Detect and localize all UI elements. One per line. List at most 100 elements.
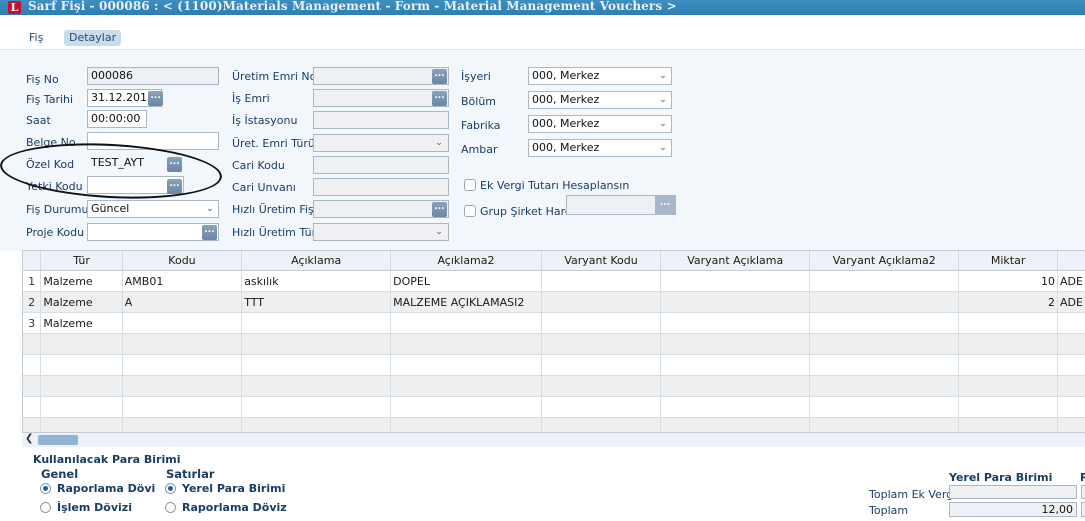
cell-kodu[interactable]: [122, 312, 243, 334]
genel-islem-radio[interactable]: [40, 502, 51, 513]
col-header-varyant-aciklama2[interactable]: Varyant Açıklama2: [809, 251, 960, 271]
tab-detaylar[interactable]: Detaylar: [64, 30, 122, 46]
is-emri-field[interactable]: [313, 89, 449, 107]
toplam-ek-vergi-field-2[interactable]: [1081, 485, 1085, 499]
uretim-emri-no-field[interactable]: [313, 67, 449, 85]
fis-durumu-select[interactable]: Güncel: [87, 200, 219, 218]
uretim-emri-lookup-icon[interactable]: ...: [432, 69, 447, 84]
table-row-empty[interactable]: [23, 333, 1085, 355]
cell-aciklama2[interactable]: MALZEME AÇIKLAMASI2: [390, 291, 542, 313]
table-row-empty[interactable]: [23, 354, 1085, 376]
cell-tur[interactable]: Malzeme: [40, 312, 123, 334]
row-number: 2: [23, 291, 42, 313]
hizli-uretim-fis-no-field[interactable]: [313, 200, 449, 218]
proje-kodu-field[interactable]: [87, 223, 219, 241]
toplam-field-2[interactable]: [1081, 502, 1085, 517]
chevron-down-icon[interactable]: ⌄: [433, 137, 445, 149]
genel-raporlama-label: Raporlama Dövi: [57, 482, 156, 495]
chevron-down-icon[interactable]: ⌄: [657, 70, 669, 82]
saat-label: Saat: [26, 114, 51, 127]
cari-kodu-field[interactable]: [313, 156, 449, 174]
cari-unvani-field[interactable]: [313, 178, 449, 196]
ambar-select[interactable]: 000, Merkez: [528, 139, 672, 157]
uret-emri-turu-select[interactable]: [313, 134, 449, 152]
hizli-uretim-turu-select[interactable]: [313, 223, 449, 241]
r-header: R: [1080, 471, 1085, 484]
col-header-varyant-aciklama[interactable]: Varyant Açıklama: [660, 251, 811, 271]
chevron-down-icon[interactable]: ⌄: [657, 118, 669, 130]
cell-varyant-aciklama[interactable]: [660, 312, 811, 334]
col-header-miktar[interactable]: Miktar: [958, 251, 1058, 271]
title-bar: L Sarf Fişi - 000086 : < (1100)Materials…: [0, 0, 1085, 15]
cell-kodu[interactable]: A: [122, 291, 243, 313]
grup-sirket-lookup-icon[interactable]: ...: [655, 195, 675, 215]
table-row-empty[interactable]: [23, 396, 1085, 418]
cell-kodu[interactable]: AMB01: [122, 270, 243, 292]
satir-yerel-radio[interactable]: [165, 483, 176, 494]
cell-varyant-kodu[interactable]: [541, 312, 662, 334]
fis-no-field[interactable]: 000086: [87, 67, 219, 85]
satir-raporlama-radio[interactable]: [165, 502, 176, 513]
cell-varyant-aciklama[interactable]: [660, 270, 811, 292]
cell-aciklama[interactable]: askılık: [241, 270, 392, 292]
genel-raporlama-radio[interactable]: [40, 483, 51, 494]
cell-birim[interactable]: [1057, 312, 1085, 334]
belge-no-field[interactable]: [87, 132, 219, 150]
fabrika-select[interactable]: 000, Merkez: [528, 115, 672, 133]
cell-varyant-kodu[interactable]: [541, 291, 662, 313]
cell-aciklama2[interactable]: [390, 312, 542, 334]
cell-aciklama[interactable]: [241, 312, 392, 334]
cell-tur[interactable]: Malzeme: [40, 270, 123, 292]
scrollbar-thumb[interactable]: [38, 435, 78, 445]
table-row[interactable]: 2 Malzeme A TTT MALZEME AÇIKLAMASI2 2 AD…: [23, 291, 1085, 313]
scroll-left-icon[interactable]: ❮: [25, 433, 33, 444]
hizli-uretim-lookup-icon[interactable]: ...: [432, 202, 447, 217]
header-form: Fiş No 000086 Fiş Tarihi 31.12.2018 ... …: [0, 49, 1085, 251]
cell-miktar[interactable]: [958, 312, 1058, 334]
cell-varyant-aciklama2[interactable]: [809, 270, 960, 292]
bolum-select[interactable]: 000, Merkez: [528, 91, 672, 109]
is-emri-lookup-icon[interactable]: ...: [432, 91, 447, 106]
ambar-label: Ambar: [461, 143, 498, 156]
cell-birim[interactable]: ADE: [1057, 270, 1085, 292]
cell-miktar[interactable]: 2: [958, 291, 1058, 313]
cell-aciklama[interactable]: TTT: [241, 291, 392, 313]
cell-miktar[interactable]: 10: [958, 270, 1058, 292]
col-header-aciklama2[interactable]: Açıklama2: [390, 251, 542, 271]
ozel-kod-lookup-icon[interactable]: ...: [167, 157, 182, 172]
col-header-aciklama[interactable]: Açıklama: [241, 251, 392, 271]
is-istasyonu-field[interactable]: [313, 111, 449, 129]
toplam-field[interactable]: 12,00: [949, 502, 1077, 517]
table-row-empty[interactable]: [23, 375, 1085, 397]
cell-varyant-kodu[interactable]: [541, 270, 662, 292]
cell-varyant-aciklama[interactable]: [660, 291, 811, 313]
chevron-down-icon[interactable]: ⌄: [433, 226, 445, 238]
toplam-ek-vergi-field[interactable]: [949, 485, 1077, 499]
ek-vergi-checkbox[interactable]: [464, 179, 476, 191]
cell-varyant-aciklama2[interactable]: [809, 291, 960, 313]
chevron-down-icon[interactable]: ⌄: [204, 203, 216, 215]
toplam-ek-vergi-label: Toplam Ek Vergi: [869, 488, 957, 501]
table-row[interactable]: 3 Malzeme: [23, 312, 1085, 334]
yetki-kodu-lookup-icon[interactable]: ...: [167, 179, 182, 194]
cell-varyant-aciklama2[interactable]: [809, 312, 960, 334]
satirlar-label: Satırlar: [166, 467, 215, 481]
cell-tur[interactable]: Malzeme: [40, 291, 123, 313]
col-header-varyant-kodu[interactable]: Varyant Kodu: [541, 251, 662, 271]
saat-field[interactable]: 00:00:00: [87, 110, 147, 128]
tab-fis[interactable]: Fiş: [24, 30, 48, 46]
date-picker-icon[interactable]: ...: [148, 91, 163, 106]
isyeri-select[interactable]: 000, Merkez: [528, 67, 672, 85]
horizontal-scrollbar[interactable]: ❮: [22, 432, 1085, 447]
table-row[interactable]: 1 Malzeme AMB01 askılık DOPEL 10 ADE: [23, 270, 1085, 292]
proje-kodu-lookup-icon[interactable]: ...: [202, 225, 217, 240]
cell-birim[interactable]: ADE: [1057, 291, 1085, 313]
col-header-birim[interactable]: [1057, 251, 1085, 271]
app-logo-icon: L: [8, 1, 21, 14]
grup-sirket-checkbox[interactable]: [464, 205, 476, 217]
cell-aciklama2[interactable]: DOPEL: [390, 270, 542, 292]
col-header-kodu[interactable]: Kodu: [122, 251, 243, 271]
chevron-down-icon[interactable]: ⌄: [657, 94, 669, 106]
chevron-down-icon[interactable]: ⌄: [657, 142, 669, 154]
col-header-tur[interactable]: Tür: [40, 251, 123, 271]
